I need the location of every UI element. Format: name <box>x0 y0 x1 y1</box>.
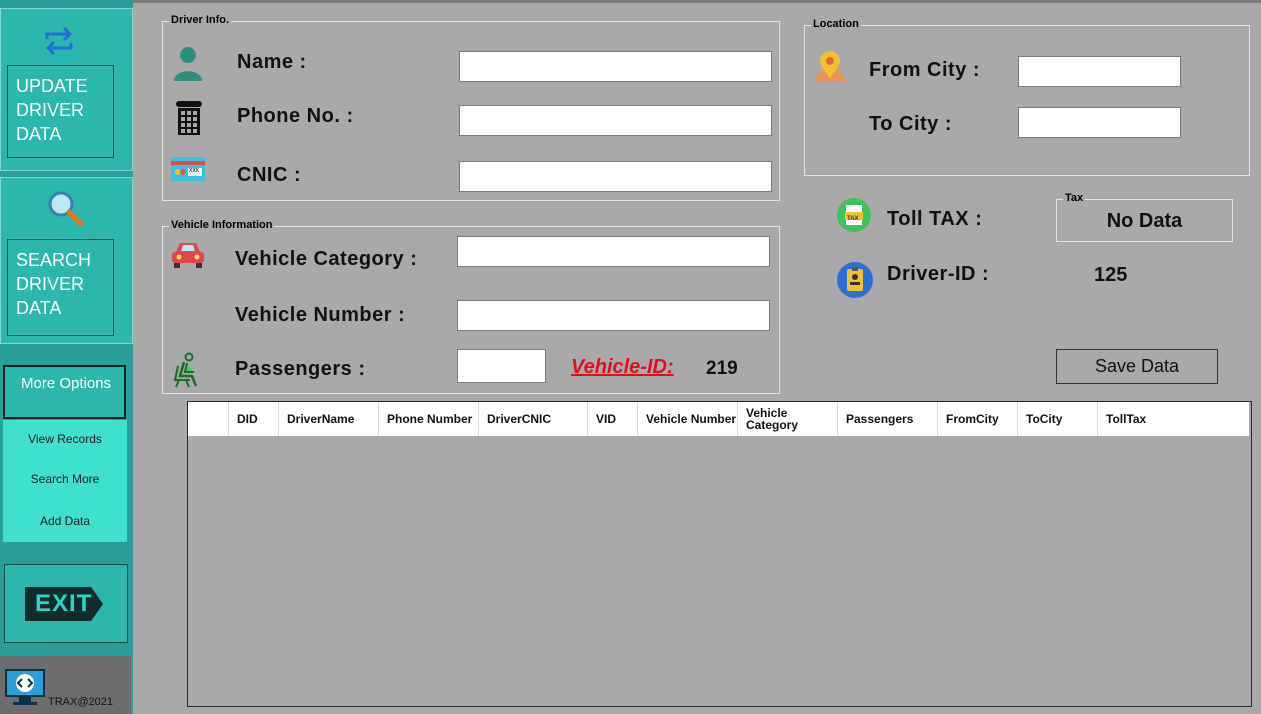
col-passengers[interactable]: Passengers <box>838 402 938 436</box>
code-monitor-icon <box>5 669 45 705</box>
col-vehicle-category[interactable]: Vehicle Category <box>738 402 838 436</box>
col-to-city[interactable]: ToCity <box>1018 402 1098 436</box>
passengers-label: Passengers : <box>235 358 366 380</box>
seat-icon <box>173 352 198 388</box>
vehicle-id-value: 219 <box>706 358 738 379</box>
to-city-label: To City : <box>869 113 953 135</box>
col-driver-cnic[interactable]: DriverCNIC <box>479 402 588 436</box>
map-pin-icon <box>813 51 847 82</box>
view-records-link[interactable]: View Records <box>3 432 127 446</box>
driver-info-title: Driver Info. <box>169 14 232 26</box>
phone-input[interactable] <box>459 105 772 136</box>
id-card-icon <box>171 157 205 181</box>
col-phone-number[interactable]: Phone Number <box>379 402 479 436</box>
update-panel: UPDATE DRIVER DATA <box>0 8 133 171</box>
person-icon <box>174 47 202 81</box>
passengers-input[interactable] <box>457 349 546 383</box>
from-city-input[interactable] <box>1018 56 1181 87</box>
search-panel: SEARCH DRIVER DATA <box>0 177 133 344</box>
tax-icon-text: TAX <box>847 216 859 222</box>
col-did[interactable]: DID <box>229 402 279 436</box>
id-card-icon-text: XXX <box>189 168 200 174</box>
driver-id-value: 125 <box>1094 264 1128 286</box>
update-driver-data-button[interactable]: UPDATE DRIVER DATA <box>7 65 114 158</box>
sidebar: UPDATE DRIVER DATA SEARCH DRIVER DATA Mo… <box>0 0 133 714</box>
col-toll-tax[interactable]: TollTax <box>1098 402 1249 436</box>
save-data-button[interactable]: Save Data <box>1056 349 1218 384</box>
vehicle-number-label: Vehicle Number : <box>235 304 406 326</box>
exit-button[interactable]: EXIT <box>4 564 128 643</box>
col-from-city[interactable]: FromCity <box>938 402 1018 436</box>
tax-icon <box>837 198 871 232</box>
exit-label: EXIT <box>35 590 93 617</box>
cnic-label: CNIC : <box>237 164 302 186</box>
location-group: Location <box>804 18 1250 176</box>
footer-text: TRAX@2021 <box>48 696 113 708</box>
grid-header: DID DriverName Phone Number DriverCNIC V… <box>188 402 1249 436</box>
vehicle-category-label: Vehicle Category : <box>235 248 418 270</box>
toll-tax-value: No Data <box>1106 210 1183 232</box>
top-border <box>133 0 1261 3</box>
search-driver-data-button[interactable]: SEARCH DRIVER DATA <box>7 239 114 336</box>
car-icon <box>172 243 204 268</box>
grid-row-header-corner <box>188 402 229 436</box>
tax-group-title: Tax <box>1063 192 1086 204</box>
search-more-link[interactable]: Search More <box>3 472 127 486</box>
tax-group: Tax No Data <box>1056 192 1233 242</box>
more-options-button[interactable]: More Options <box>3 365 126 419</box>
col-driver-name[interactable]: DriverName <box>279 402 379 436</box>
location-title: Location <box>811 18 861 30</box>
phone-icon <box>176 101 202 135</box>
col-vehicle-number[interactable]: Vehicle Number <box>638 402 738 436</box>
options-panel: View Records Search More Add Data <box>3 420 127 542</box>
driver-id-label: Driver-ID : <box>887 263 990 285</box>
magnifier-icon[interactable] <box>45 188 85 228</box>
toll-tax-label: Toll TAX : <box>887 208 983 230</box>
vehicle-number-input[interactable] <box>457 300 770 331</box>
records-grid[interactable]: DID DriverName Phone Number DriverCNIC V… <box>187 401 1252 707</box>
phone-label: Phone No. : <box>237 105 354 127</box>
name-input[interactable] <box>459 51 772 82</box>
from-city-label: From City : <box>869 59 981 81</box>
add-data-link[interactable]: Add Data <box>3 514 127 528</box>
vehicle-info-title: Vehicle Information <box>169 219 275 231</box>
driver-badge-icon <box>837 262 873 298</box>
vehicle-category-input[interactable] <box>457 236 770 267</box>
cnic-input[interactable] <box>459 161 772 192</box>
sync-icon[interactable] <box>41 23 77 59</box>
to-city-input[interactable] <box>1018 107 1181 138</box>
footer: TRAX@2021 <box>0 656 131 714</box>
name-label: Name : <box>237 51 307 73</box>
col-vid[interactable]: VID <box>588 402 638 436</box>
vehicle-id-label: Vehicle-ID: <box>571 356 674 378</box>
